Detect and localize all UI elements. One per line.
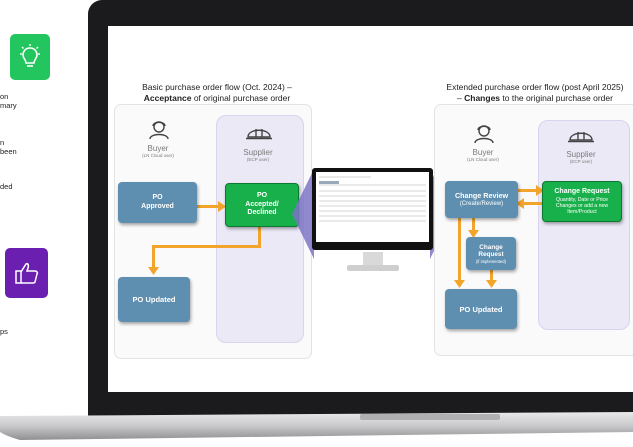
supplier-icon [568, 132, 594, 143]
basic-flow-title: Basic purchase order flow (Oct. 2024) – … [142, 82, 292, 103]
side-text-5: ded [0, 182, 13, 191]
side-text-6: ps [0, 327, 8, 336]
supplier-icon [246, 129, 272, 140]
side-text-1: on [0, 92, 9, 101]
lightbulb-icon [20, 44, 40, 67]
buyer-icon [474, 125, 494, 144]
basic-supplier-label: Supplier (ECP user) [243, 148, 273, 162]
arrow-head-down [454, 280, 465, 288]
arrow-head-down [486, 280, 497, 288]
arrow-review-down-left [458, 218, 461, 282]
arrow-head-down [148, 267, 159, 275]
extended-supplier-label: Supplier (ECP user) [566, 150, 596, 164]
lightbulb-tile [10, 34, 50, 80]
change-request-buyer-box: Change Request (if implemented) [466, 237, 516, 270]
extended-po-updated-box: PO Updated [445, 289, 517, 329]
extended-flow-title: Extended purchase order flow (post April… [446, 82, 624, 103]
arrow-to-updated [152, 245, 155, 269]
side-text-4: been [0, 147, 17, 156]
thumbs-up-tile [5, 248, 48, 298]
change-request-supplier-box: Change Request Quantity, Date or Price C… [542, 181, 622, 222]
laptop-screen: Basic purchase order flow (Oct. 2024) – … [108, 26, 633, 392]
side-text-3: n [0, 138, 5, 147]
arrow-accepted-down [258, 225, 261, 247]
laptop-base [0, 412, 633, 440]
change-review-box: Change Review (Create/Review) [445, 181, 518, 218]
basic-buyer-label: Buyer (LN Cloud user) [142, 144, 174, 158]
po-approved-box: PO Approved [118, 182, 197, 223]
thumbs-up-icon [14, 263, 38, 284]
monitor-icon [312, 168, 433, 271]
buyer-icon [149, 121, 169, 140]
extended-buyer-label: Buyer (LN Cloud user) [467, 148, 499, 162]
arrow-accepted-left [152, 245, 261, 248]
po-accepted-box: PO Accepted/ Declined [225, 183, 299, 227]
po-updated-box: PO Updated [118, 277, 190, 322]
side-text-2: mary [0, 101, 17, 110]
